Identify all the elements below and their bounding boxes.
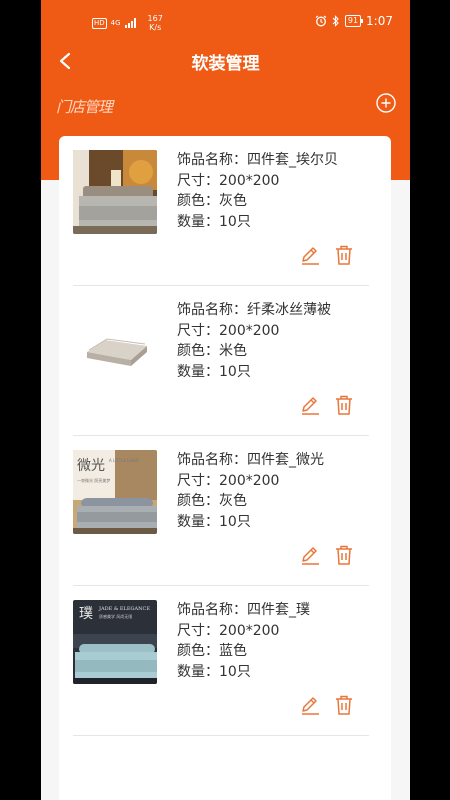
plus-circle-icon — [376, 93, 396, 113]
item-color: 颜色：蓝色 — [177, 643, 247, 659]
thumb-tagline: 一束微光 照亮美梦 — [77, 477, 110, 483]
status-left: HD 4G 167 K/s — [92, 14, 163, 32]
trash-icon — [336, 695, 352, 715]
item-name: 饰品名称：四件套_璞 — [177, 602, 310, 618]
item-info: 饰品名称：四件套_璞 尺寸：200*200 颜色：蓝色 数量：10只 — [177, 600, 310, 682]
thumb-brand-cn: 微光 — [77, 458, 105, 474]
delete-button[interactable] — [333, 244, 355, 266]
trash-icon — [336, 395, 352, 415]
list-item[interactable]: 微光 A LITTLE LIGHT 一束微光 照亮美梦 饰品名称：四件套_微光 … — [59, 436, 391, 586]
network-speed: 167 K/s — [148, 14, 163, 32]
edit-button[interactable] — [299, 544, 321, 566]
item-quantity: 数量：10只 — [177, 513, 251, 530]
item-name: 饰品名称：纤柔冰丝薄被 — [177, 302, 331, 318]
item-color: 颜色：灰色 — [177, 193, 247, 209]
speed-unit: K/s — [149, 23, 162, 32]
item-quantity: 数量：10只 — [177, 663, 251, 680]
clock: 1:07 — [366, 14, 393, 28]
edit-button[interactable] — [299, 394, 321, 416]
pencil-icon — [302, 547, 319, 565]
top-bar: 软装管理 — [41, 40, 410, 80]
item-info: 饰品名称：四件套_微光 尺寸：200*200 颜色：灰色 数量：10只 — [177, 450, 324, 532]
item-thumbnail — [73, 150, 157, 234]
status-right: 91 1:07 — [315, 14, 393, 28]
bluetooth-icon — [332, 15, 339, 27]
battery-icon: 91 — [344, 15, 364, 27]
thumb-tagline: 质感美学 风尚无限 — [99, 613, 132, 619]
item-size: 尺寸：200*200 — [177, 472, 280, 489]
item-size: 尺寸：200*200 — [177, 322, 280, 339]
item-thumbnail: 璞 JADE & ELEGANCE 质感美学 风尚无限 — [73, 600, 157, 684]
signal-icon — [124, 18, 136, 28]
item-quantity: 数量：10只 — [177, 363, 251, 380]
thumb-brand-en: A LITTLE LIGHT — [109, 458, 140, 463]
thumb-brand-en: JADE & ELEGANCE — [98, 606, 150, 612]
list-item[interactable]: 璞 JADE & ELEGANCE 质感美学 风尚无限 饰品名称：四件套_璞 尺… — [59, 586, 391, 736]
app-screen: HD 4G 167 K/s 91 1:07 软装管理 门店管理 饰品名称：四件套… — [41, 0, 410, 800]
pencil-icon — [302, 397, 319, 415]
item-quantity: 数量：10只 — [177, 213, 251, 230]
delete-button[interactable] — [333, 544, 355, 566]
status-bar: HD 4G 167 K/s 91 1:07 — [41, 0, 410, 44]
page-title: 软装管理 — [191, 54, 260, 74]
store-management-label[interactable]: 门店管理 — [56, 96, 113, 117]
item-info: 饰品名称：四件套_埃尔贝 尺寸：200*200 颜色：灰色 数量：10只 — [177, 150, 338, 232]
item-name: 饰品名称：四件套_微光 — [177, 452, 324, 468]
item-info: 饰品名称：纤柔冰丝薄被 尺寸：200*200 颜色：米色 数量：10只 — [177, 300, 331, 382]
delete-button[interactable] — [333, 394, 355, 416]
list-item[interactable]: 饰品名称：四件套_埃尔贝 尺寸：200*200 颜色：灰色 数量：10只 — [59, 136, 391, 286]
trash-icon — [336, 545, 352, 565]
speed-value: 167 — [147, 14, 163, 23]
item-list-card: 饰品名称：四件套_埃尔贝 尺寸：200*200 颜色：灰色 数量：10只 饰品名… — [59, 136, 391, 800]
pencil-icon — [302, 247, 319, 265]
delete-button[interactable] — [333, 694, 355, 716]
add-button[interactable] — [375, 92, 397, 114]
network-type: 4G — [110, 18, 121, 27]
edit-button[interactable] — [299, 244, 321, 266]
item-name: 饰品名称：四件套_埃尔贝 — [177, 152, 338, 168]
edit-button[interactable] — [299, 694, 321, 716]
hd-badge: HD — [92, 17, 107, 29]
item-size: 尺寸：200*200 — [177, 622, 280, 639]
divider — [73, 735, 369, 736]
thumb-brand-cn: 璞 — [79, 606, 93, 622]
trash-icon — [336, 245, 352, 265]
item-color: 颜色：灰色 — [177, 493, 247, 509]
item-color: 颜色：米色 — [177, 343, 247, 359]
pencil-icon — [302, 697, 319, 715]
list-item[interactable]: 饰品名称：纤柔冰丝薄被 尺寸：200*200 颜色：米色 数量：10只 — [59, 286, 391, 436]
item-size: 尺寸：200*200 — [177, 172, 280, 189]
alarm-icon — [315, 15, 327, 27]
item-thumbnail — [73, 300, 157, 384]
item-thumbnail: 微光 A LITTLE LIGHT 一束微光 照亮美梦 — [73, 450, 157, 534]
